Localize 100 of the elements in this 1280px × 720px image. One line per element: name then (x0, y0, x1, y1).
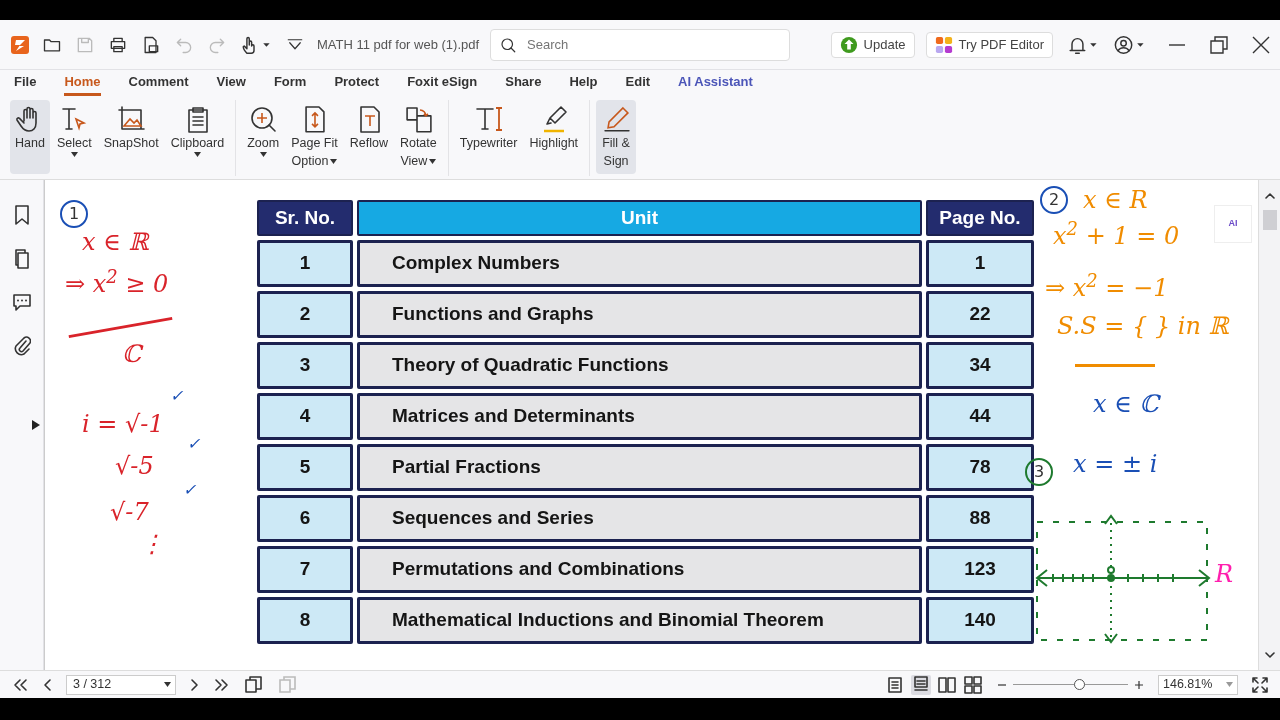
zoom-field[interactable]: 146.81% (1158, 674, 1238, 695)
previous-page-icon[interactable] (42, 677, 52, 692)
search-box[interactable]: Search (490, 28, 791, 61)
table-cell: 1 (926, 240, 1034, 287)
menu-tab[interactable]: File (14, 71, 37, 96)
page-number-field[interactable]: 3 / 312 (66, 674, 176, 695)
slider-thumb[interactable] (1073, 679, 1085, 690)
view-mode-button[interactable] (885, 674, 905, 695)
next-page-icon[interactable] (190, 677, 200, 692)
copy-page-icon[interactable] (244, 675, 264, 694)
caret-icon (164, 682, 171, 687)
check-mark: ✓ (183, 482, 196, 498)
ribbon-tool-button[interactable]: Select (52, 100, 97, 174)
table-cell: Complex Numbers (357, 240, 922, 287)
pages-icon[interactable] (12, 248, 31, 270)
tiles-icon (934, 35, 953, 54)
restore-icon[interactable] (1210, 35, 1228, 54)
close-icon[interactable] (1252, 35, 1270, 54)
handwritten-note: S.S = { } in ℝ (1057, 314, 1229, 338)
menu-tab[interactable]: Edit (625, 71, 651, 96)
caret-icon (1226, 682, 1233, 687)
circled-number: 3 (1025, 458, 1053, 486)
ribbon-tool-button[interactable]: Zoom (242, 100, 285, 174)
handwritten-note: ⋮ (140, 532, 164, 556)
table-cell: 3 (257, 342, 353, 389)
page-layout-icon (964, 675, 982, 694)
expand-arrow-icon[interactable] (32, 420, 40, 430)
hand-dropdown-icon[interactable] (240, 34, 272, 55)
update-button[interactable]: Update (830, 31, 915, 58)
circled-number: 2 (1040, 186, 1068, 214)
table-cell: 123 (926, 546, 1034, 593)
menu-tab[interactable]: Foxit eSign (407, 71, 478, 96)
circled-number: 1 (60, 200, 88, 228)
handwritten-note: ℂ (122, 342, 142, 366)
table-cell: 78 (926, 444, 1034, 491)
menu-tab[interactable]: Protect (334, 71, 380, 96)
view-mode-button[interactable] (937, 674, 957, 695)
check-mark: ✓ (170, 388, 183, 404)
search-icon (499, 35, 518, 54)
pencil-icon (601, 104, 632, 134)
paperclip-icon[interactable] (12, 334, 31, 356)
ribbon-tool-button[interactable]: Typewriter (454, 100, 523, 174)
table-cell: 44 (926, 393, 1034, 440)
table-cell: 1 (257, 240, 353, 287)
menu-tab[interactable]: View (216, 71, 246, 96)
handwritten-note: R (1215, 562, 1234, 586)
table-cell: Sequences and Series (357, 495, 922, 542)
table-cell: 88 (926, 495, 1034, 542)
menu-tab[interactable]: Form (273, 71, 307, 96)
column-header: Unit (357, 200, 922, 236)
rotate-icon (403, 104, 434, 134)
bookmark-icon[interactable] (12, 204, 31, 226)
app-logo-icon[interactable] (10, 35, 30, 56)
first-page-icon[interactable] (12, 677, 28, 692)
fullscreen-icon[interactable] (1252, 676, 1268, 693)
ai-assistant-button[interactable]: AI (1214, 205, 1252, 243)
page-layout-icon (938, 675, 956, 694)
handwritten-note: x ∈ ℂ (1093, 392, 1159, 416)
ribbon-tool-button[interactable]: Highlight (524, 100, 584, 174)
table-cell: Theory of Quadratic Functions (357, 342, 922, 389)
handwritten-note: x = ± i (1073, 452, 1158, 476)
table-cell: 7 (257, 546, 353, 593)
menu-tab[interactable]: Comment (128, 71, 189, 96)
editor-button[interactable]: Try PDF Editor (925, 31, 1053, 58)
ribbon-tool-button[interactable]: Page Fit Option (286, 100, 343, 174)
handwritten-note: √-5 (115, 454, 154, 478)
ribbon-tool-button[interactable]: Reflow (344, 100, 393, 174)
handwritten-note: i = √-1 (82, 412, 164, 436)
zoom-icon (248, 104, 279, 134)
table-cell: 34 (926, 342, 1034, 389)
scrollbar-thumb[interactable] (1262, 210, 1277, 230)
table-cell: Permutations and Combinations (357, 546, 922, 593)
user-icon[interactable] (1112, 34, 1146, 55)
column-header: Page No. (926, 200, 1034, 236)
page-layout-icon (912, 675, 930, 694)
zoom-in-icon[interactable] (1134, 679, 1144, 690)
ribbon-tool-button[interactable]: Hand (10, 100, 50, 174)
comment-icon[interactable] (11, 292, 32, 312)
check-mark: ✓ (187, 436, 200, 452)
ribbon-tool-button[interactable]: Clipboard (165, 100, 230, 174)
view-mode-button[interactable] (963, 674, 983, 695)
table-cell: 22 (926, 291, 1034, 338)
ribbon-tool-button[interactable]: Rotate View (394, 100, 442, 174)
scroll-up-icon[interactable] (1264, 192, 1275, 200)
ribbon-tool-button[interactable]: Fill & Sign (596, 100, 637, 174)
table-cell: 6 (257, 495, 353, 542)
search-field[interactable]: Search (525, 33, 776, 56)
last-page-icon[interactable] (214, 677, 230, 692)
table-cell: Partial Fractions (357, 444, 922, 491)
page-layout-icon (886, 675, 904, 694)
handwritten-note: x ∈ R (1083, 188, 1148, 212)
column-header: Sr. No. (257, 200, 353, 236)
typewriter-icon (473, 104, 504, 134)
menu-tab[interactable]: AI Assistant (678, 71, 753, 96)
menu-tab[interactable]: Help (569, 71, 598, 96)
scroll-down-icon[interactable] (1264, 650, 1275, 659)
menu-tab[interactable]: Share (505, 71, 542, 96)
view-mode-button[interactable] (911, 674, 931, 695)
table-cell: Matrices and Determinants (357, 393, 922, 440)
ribbon-tool-button[interactable]: SnapShot (98, 100, 164, 174)
